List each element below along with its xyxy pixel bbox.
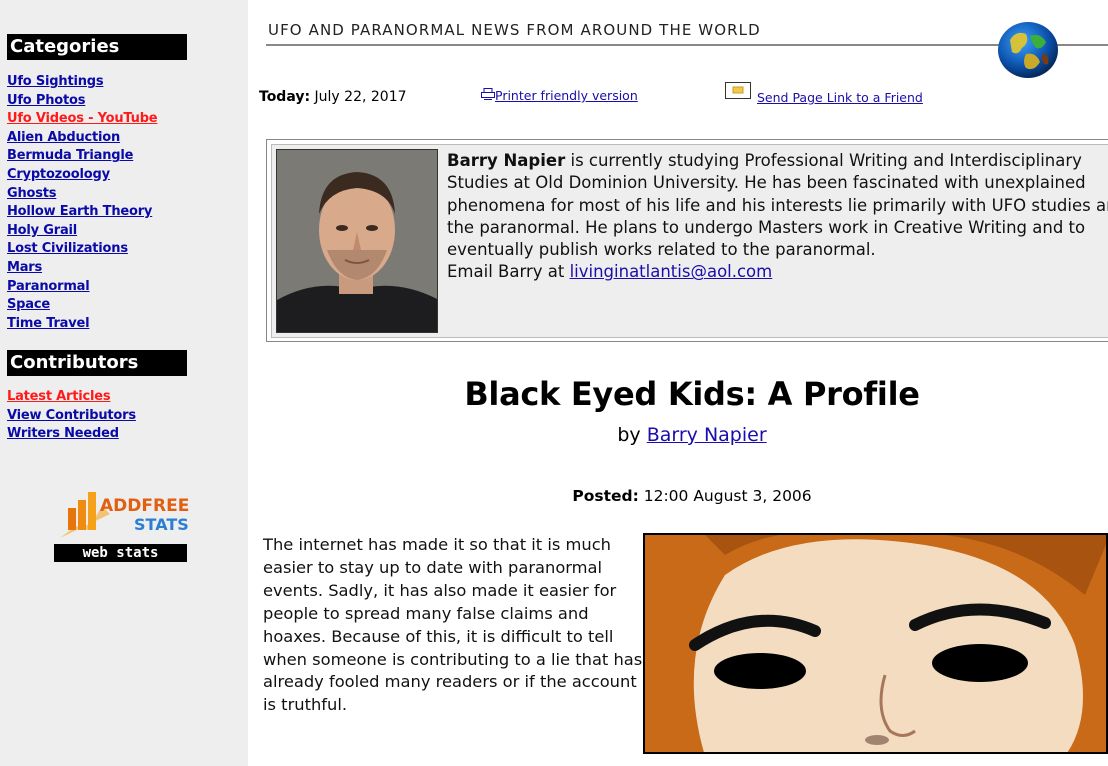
sidebar: Categories Ufo Sightings Ufo Photos Ufo Vi… (0, 0, 248, 766)
addfree-stats-badge[interactable]: ADDFREE STATS web stats (50, 486, 190, 562)
contributors-list: Latest Articles View Contributors Writers … (7, 386, 136, 442)
contributor-link-view-contributors[interactable]: View Contributors (7, 408, 136, 423)
category-item: Ufo Photos (7, 90, 157, 109)
addfree-stats-logo: ADDFREE STATS (60, 492, 189, 538)
author-photo (276, 149, 438, 333)
categories-list: Ufo Sightings Ufo Photos Ufo Videos - YouT… (7, 71, 158, 332)
author-name: Barry Napier (447, 151, 566, 170)
category-link-space[interactable]: Space (7, 297, 50, 312)
send-page-link[interactable]: Send Page Link to a Friend (725, 82, 923, 105)
byline-by: by (617, 424, 647, 446)
stats-logo-line1: ADDFREE (100, 496, 189, 516)
author-bio-inner: Barry Napier is currently studying Profe… (271, 144, 1108, 338)
category-link-ghosts[interactable]: Ghosts (7, 186, 57, 201)
category-item: Holy Grail (7, 220, 157, 239)
contributor-item: Latest Articles (7, 386, 136, 405)
printer-link-label: Printer friendly version (495, 88, 638, 103)
category-link-ufo-videos-youtube[interactable]: Ufo Videos - YouTube (7, 111, 158, 126)
category-link-alien-abduction[interactable]: Alien Abduction (7, 130, 120, 145)
category-item: Paranormal (7, 276, 157, 295)
category-link-lost-civilizations[interactable]: Lost Civilizations (7, 241, 128, 256)
category-item: Ufo Sightings (7, 71, 157, 90)
today-label: Today: (259, 89, 311, 105)
contributor-link-latest-articles[interactable]: Latest Articles (7, 389, 111, 404)
contributor-item: View Contributors (7, 405, 136, 424)
today-date-value: July 22, 2017 (314, 89, 407, 105)
category-item: Bermuda Triangle (7, 145, 157, 164)
contributor-link-writers-needed[interactable]: Writers Needed (7, 426, 119, 441)
category-item: Mars (7, 257, 157, 276)
category-item: Space (7, 294, 157, 313)
categories-heading: Categories (7, 34, 187, 60)
category-link-bermuda-triangle[interactable]: Bermuda Triangle (7, 148, 133, 163)
globe-icon (998, 22, 1058, 78)
contributor-item: Writers Needed (7, 423, 136, 442)
black-eyed-kid-illustration (643, 533, 1108, 754)
article-title: Black Eyed Kids: A Profile (464, 375, 920, 413)
category-item: Hollow Earth Theory (7, 201, 157, 220)
today-date: Today: July 22, 2017 (259, 89, 407, 105)
category-link-time-travel[interactable]: Time Travel (7, 316, 90, 331)
contributors-heading: Contributors (7, 350, 187, 376)
envelope-icon (725, 82, 751, 99)
category-link-mars[interactable]: Mars (7, 260, 42, 275)
category-item: Cryptozoology (7, 164, 157, 183)
stats-logo-line2: STATS (134, 515, 189, 534)
category-item: Alien Abduction (7, 127, 157, 146)
category-item: Lost Civilizations (7, 238, 157, 257)
posted-value: 12:00 August 3, 2006 (638, 487, 812, 505)
byline-author-link[interactable]: Barry Napier (647, 424, 767, 446)
article-body: The internet has made it so that it is m… (263, 535, 643, 715)
category-link-hollow-earth-theory[interactable]: Hollow Earth Theory (7, 204, 152, 219)
site-title: UFO AND PARANORMAL NEWS FROM AROUND THE … (268, 21, 761, 39)
category-item: Ufo Videos - YouTube (7, 108, 158, 127)
printer-friendly-link[interactable]: Printer friendly version (481, 88, 638, 103)
send-link-label: Send Page Link to a Friend (757, 90, 923, 105)
category-item: Time Travel (7, 313, 157, 332)
category-link-paranormal[interactable]: Paranormal (7, 279, 90, 294)
printer-icon (481, 88, 495, 100)
posted-label: Posted: (572, 487, 639, 505)
category-link-ufo-photos[interactable]: Ufo Photos (7, 93, 85, 108)
category-item: Ghosts (7, 183, 157, 202)
author-bio-text: Barry Napier is currently studying Profe… (447, 150, 1108, 284)
category-link-ufo-sightings[interactable]: Ufo Sightings (7, 74, 104, 89)
email-prefix: Email Barry at (447, 262, 570, 282)
category-link-holy-grail[interactable]: Holy Grail (7, 223, 77, 238)
author-email-link[interactable]: livinginatlantis@aol.com (570, 262, 773, 281)
article-byline: by Barry Napier (266, 424, 1108, 446)
author-bio-box: Barry Napier is currently studying Profe… (266, 139, 1108, 342)
web-stats-label: web stats (54, 544, 187, 562)
category-link-cryptozoology[interactable]: Cryptozoology (7, 167, 110, 182)
title-divider (266, 44, 1108, 46)
posted-date: Posted: 12:00 August 3, 2006 (266, 487, 1108, 505)
